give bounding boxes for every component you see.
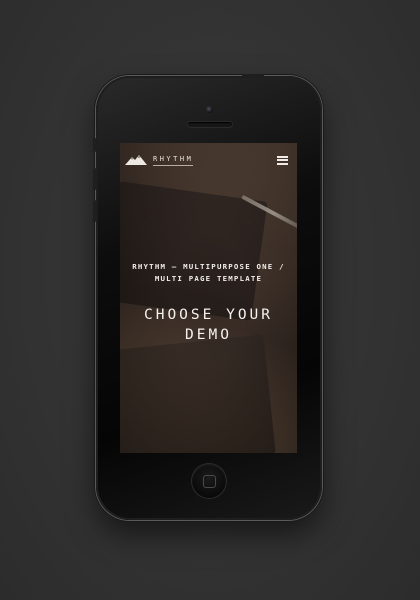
front-camera	[206, 106, 213, 113]
earpiece-speaker	[188, 122, 232, 127]
mountain-logo-icon	[125, 154, 147, 166]
hero-section: RHYTHM — MULTIPURPOSE ONE / MULTI PAGE T…	[120, 261, 297, 345]
phone-device: RHYTHM RHYTHM — MULTIPURPOSE ONE / MULTI…	[93, 74, 322, 520]
home-button-icon	[202, 474, 216, 488]
volume-down-button	[93, 200, 96, 222]
hero-headline: CHOOSE YOUR DEMO	[143, 307, 274, 343]
mockup-stage: RHYTHM RHYTHM — MULTIPURPOSE ONE / MULTI…	[0, 0, 420, 600]
brand-logo[interactable]: RHYTHM	[125, 154, 194, 166]
sleep-button	[242, 74, 264, 77]
mute-switch	[93, 138, 96, 152]
brand-name: RHYTHM	[153, 155, 194, 166]
site-header: RHYTHM	[120, 143, 297, 177]
hero-subtitle: RHYTHM — MULTIPURPOSE ONE / MULTI PAGE T…	[132, 262, 285, 283]
home-button[interactable]	[192, 464, 226, 498]
volume-up-button	[93, 168, 96, 190]
hamburger-menu-icon[interactable]	[277, 155, 288, 165]
phone-screen: RHYTHM RHYTHM — MULTIPURPOSE ONE / MULTI…	[120, 143, 297, 453]
